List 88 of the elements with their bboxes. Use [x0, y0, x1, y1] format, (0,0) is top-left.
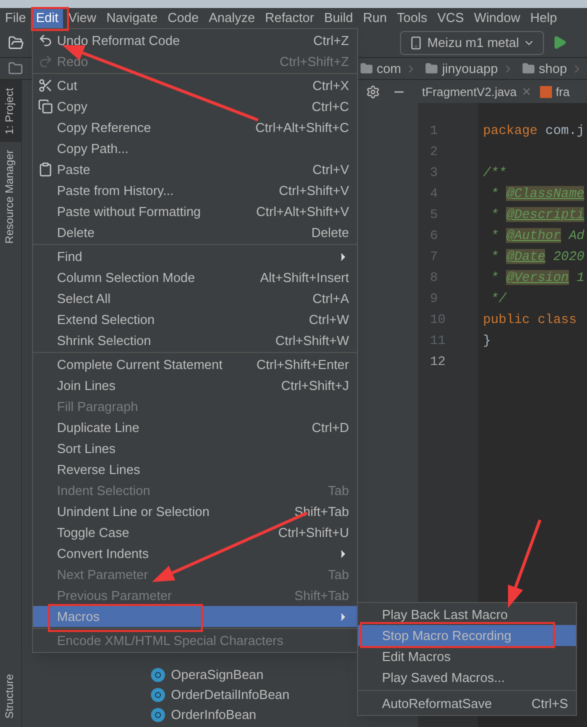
menu-item[interactable]: Copy Reference Ctrl+Alt+Shift+C [33, 117, 357, 138]
menu-item[interactable]: Paste without Formatting Ctrl+Alt+Shift+V [33, 201, 357, 222]
code-token: @Author [506, 228, 562, 243]
run-icon[interactable] [552, 35, 567, 50]
tool-window-tab[interactable]: Resource Manager [0, 142, 22, 252]
class-icon [151, 688, 165, 702]
menu-item[interactable]: Find [33, 246, 357, 267]
menu-item[interactable]: Play Back Last Macro [358, 604, 576, 625]
menu-title[interactable]: Navigate [101, 8, 163, 28]
menu-title[interactable]: Tools [392, 8, 432, 28]
scissors-icon [38, 78, 52, 93]
code-token: * [490, 207, 500, 222]
code-token: * [490, 249, 500, 264]
folder-icon[interactable] [8, 61, 23, 76]
folder-icon [360, 62, 373, 75]
menu-item[interactable]: Unindent Line or Selection Shift+Tab [33, 501, 357, 522]
menu-item[interactable]: Shrink Selection Ctrl+Shift+W [33, 330, 357, 351]
tool-window-tab[interactable]: 1: Project [0, 80, 22, 142]
layout-file-icon [540, 86, 552, 98]
code-token: * [490, 270, 500, 285]
class-icon [151, 668, 165, 682]
menu-title[interactable]: Window [468, 8, 526, 28]
menu-item[interactable]: Play Saved Macros... [358, 667, 576, 688]
menu-item[interactable]: Select All Ctrl+A [33, 288, 357, 309]
tree-item[interactable]: OrderDetailInfoBean [171, 685, 290, 705]
menu-title[interactable]: Help [525, 8, 562, 28]
menu-item[interactable]: Copy Ctrl+C [33, 96, 357, 117]
copy-icon [38, 99, 52, 114]
tree-item[interactable]: OrderInfoBean [171, 705, 256, 725]
menu-item[interactable]: Reverse Lines [33, 459, 357, 480]
menu-item[interactable]: Convert Indents [33, 543, 357, 564]
code-token: */ [490, 291, 506, 306]
phone-icon [409, 36, 424, 50]
code-token: @Date [506, 249, 546, 264]
settings-icon[interactable] [366, 84, 380, 98]
menu-item[interactable]: Extend Selection Ctrl+W [33, 309, 357, 330]
highlight-frame [31, 7, 69, 31]
menu-item[interactable]: Toggle Case Ctrl+Shift+U [33, 522, 357, 543]
menu-item[interactable]: Undo Reformat Code Ctrl+Z [33, 30, 357, 51]
menu-item[interactable]: Complete Current Statement Ctrl+Shift+Enter [33, 354, 357, 375]
menu-item[interactable]: Column Selection Mode Alt+Shift+Insert [33, 267, 357, 288]
menu-item[interactable]: Paste Ctrl+V [33, 159, 357, 180]
menu-item[interactable]: AutoReformatSave Ctrl+S [358, 693, 576, 714]
code-token: } [483, 333, 491, 348]
clipboard-icon [38, 162, 52, 177]
tool-window-tab[interactable]: Structure [0, 666, 22, 727]
menu-title[interactable]: Run [358, 8, 392, 28]
editor-tab[interactable]: tFragmentV2.java [418, 82, 536, 100]
code-token: public class [483, 312, 577, 327]
code-token: package [483, 123, 539, 138]
folder-icon [522, 62, 535, 75]
editor-tab[interactable]: fra [536, 82, 574, 100]
device-selector[interactable]: Meizu m1 metal [400, 30, 544, 54]
menu-title[interactable]: Code [162, 8, 204, 28]
code-token: /** [483, 165, 506, 180]
code-token: * [490, 186, 500, 201]
code-token: @Version [506, 270, 569, 285]
breadcrumb[interactable]: jinyouapp [421, 58, 518, 78]
code-token: Ad [567, 228, 584, 243]
menu-item[interactable]: Join Lines Ctrl+Shift+J [33, 375, 357, 396]
menu-title[interactable]: Refactor [260, 8, 320, 28]
breadcrumb[interactable]: shop [518, 58, 587, 78]
menu-title[interactable]: VCS [432, 8, 469, 28]
code-token: com.j [545, 123, 584, 138]
line-number: 12 [429, 353, 447, 371]
menu-item[interactable]: Sort Lines [33, 438, 357, 459]
code-token: 1 [576, 270, 584, 285]
undo-icon [38, 33, 52, 48]
code-token: @Descripti [506, 207, 584, 222]
menu-item[interactable]: Duplicate Line Ctrl+D [33, 417, 357, 438]
menu-title[interactable]: Build [319, 8, 358, 28]
class-icon [151, 708, 165, 722]
menu-item[interactable]: Edit Macros [358, 646, 576, 667]
menu-item[interactable]: Delete Delete [33, 222, 357, 243]
menu-item[interactable]: Cut Ctrl+X [33, 75, 357, 96]
menu-title[interactable]: View [63, 8, 102, 28]
code-token: * [490, 228, 500, 243]
code-token: 2020 [552, 249, 584, 264]
code-token: @ClassName [506, 186, 584, 201]
folder-icon [425, 62, 438, 75]
folder-icon[interactable] [8, 34, 24, 50]
redo-icon [38, 54, 52, 69]
menu-item[interactable]: Copy Path... [33, 138, 357, 159]
menu-title[interactable]: File [0, 8, 31, 28]
menu-item[interactable]: Paste from History... Ctrl+Shift+V [33, 180, 357, 201]
breadcrumb[interactable]: com [356, 58, 422, 78]
tree-item[interactable]: OperaSignBean [171, 665, 264, 685]
menu-title[interactable]: Analyze [204, 8, 260, 28]
